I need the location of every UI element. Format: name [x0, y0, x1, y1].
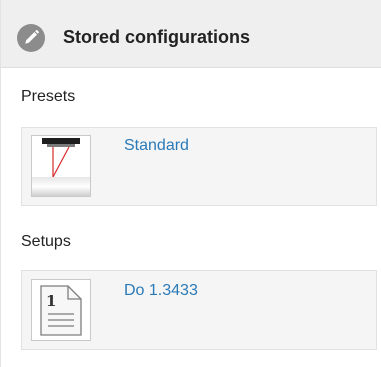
setups-heading: Setups — [21, 233, 71, 250]
stored-configurations-panel: Stored configurations Presets Standard S… — [0, 0, 381, 367]
setup-link-do-1-3433[interactable]: Do 1.3433 — [124, 281, 198, 301]
preset-link-standard[interactable]: Standard — [124, 136, 189, 156]
preset-card-standard[interactable]: Standard — [21, 127, 377, 206]
pencil-icon — [17, 24, 45, 52]
svg-text:1: 1 — [46, 292, 56, 310]
document-icon: 1 — [31, 279, 91, 341]
presets-heading: Presets — [21, 88, 76, 105]
setup-card-do-1-3433[interactable]: 1 Do 1.3433 — [21, 270, 377, 350]
panel-title: Stored configurations — [63, 27, 251, 47]
sensor-preset-icon — [31, 135, 91, 197]
panel-header: Stored configurations — [1, 0, 381, 68]
